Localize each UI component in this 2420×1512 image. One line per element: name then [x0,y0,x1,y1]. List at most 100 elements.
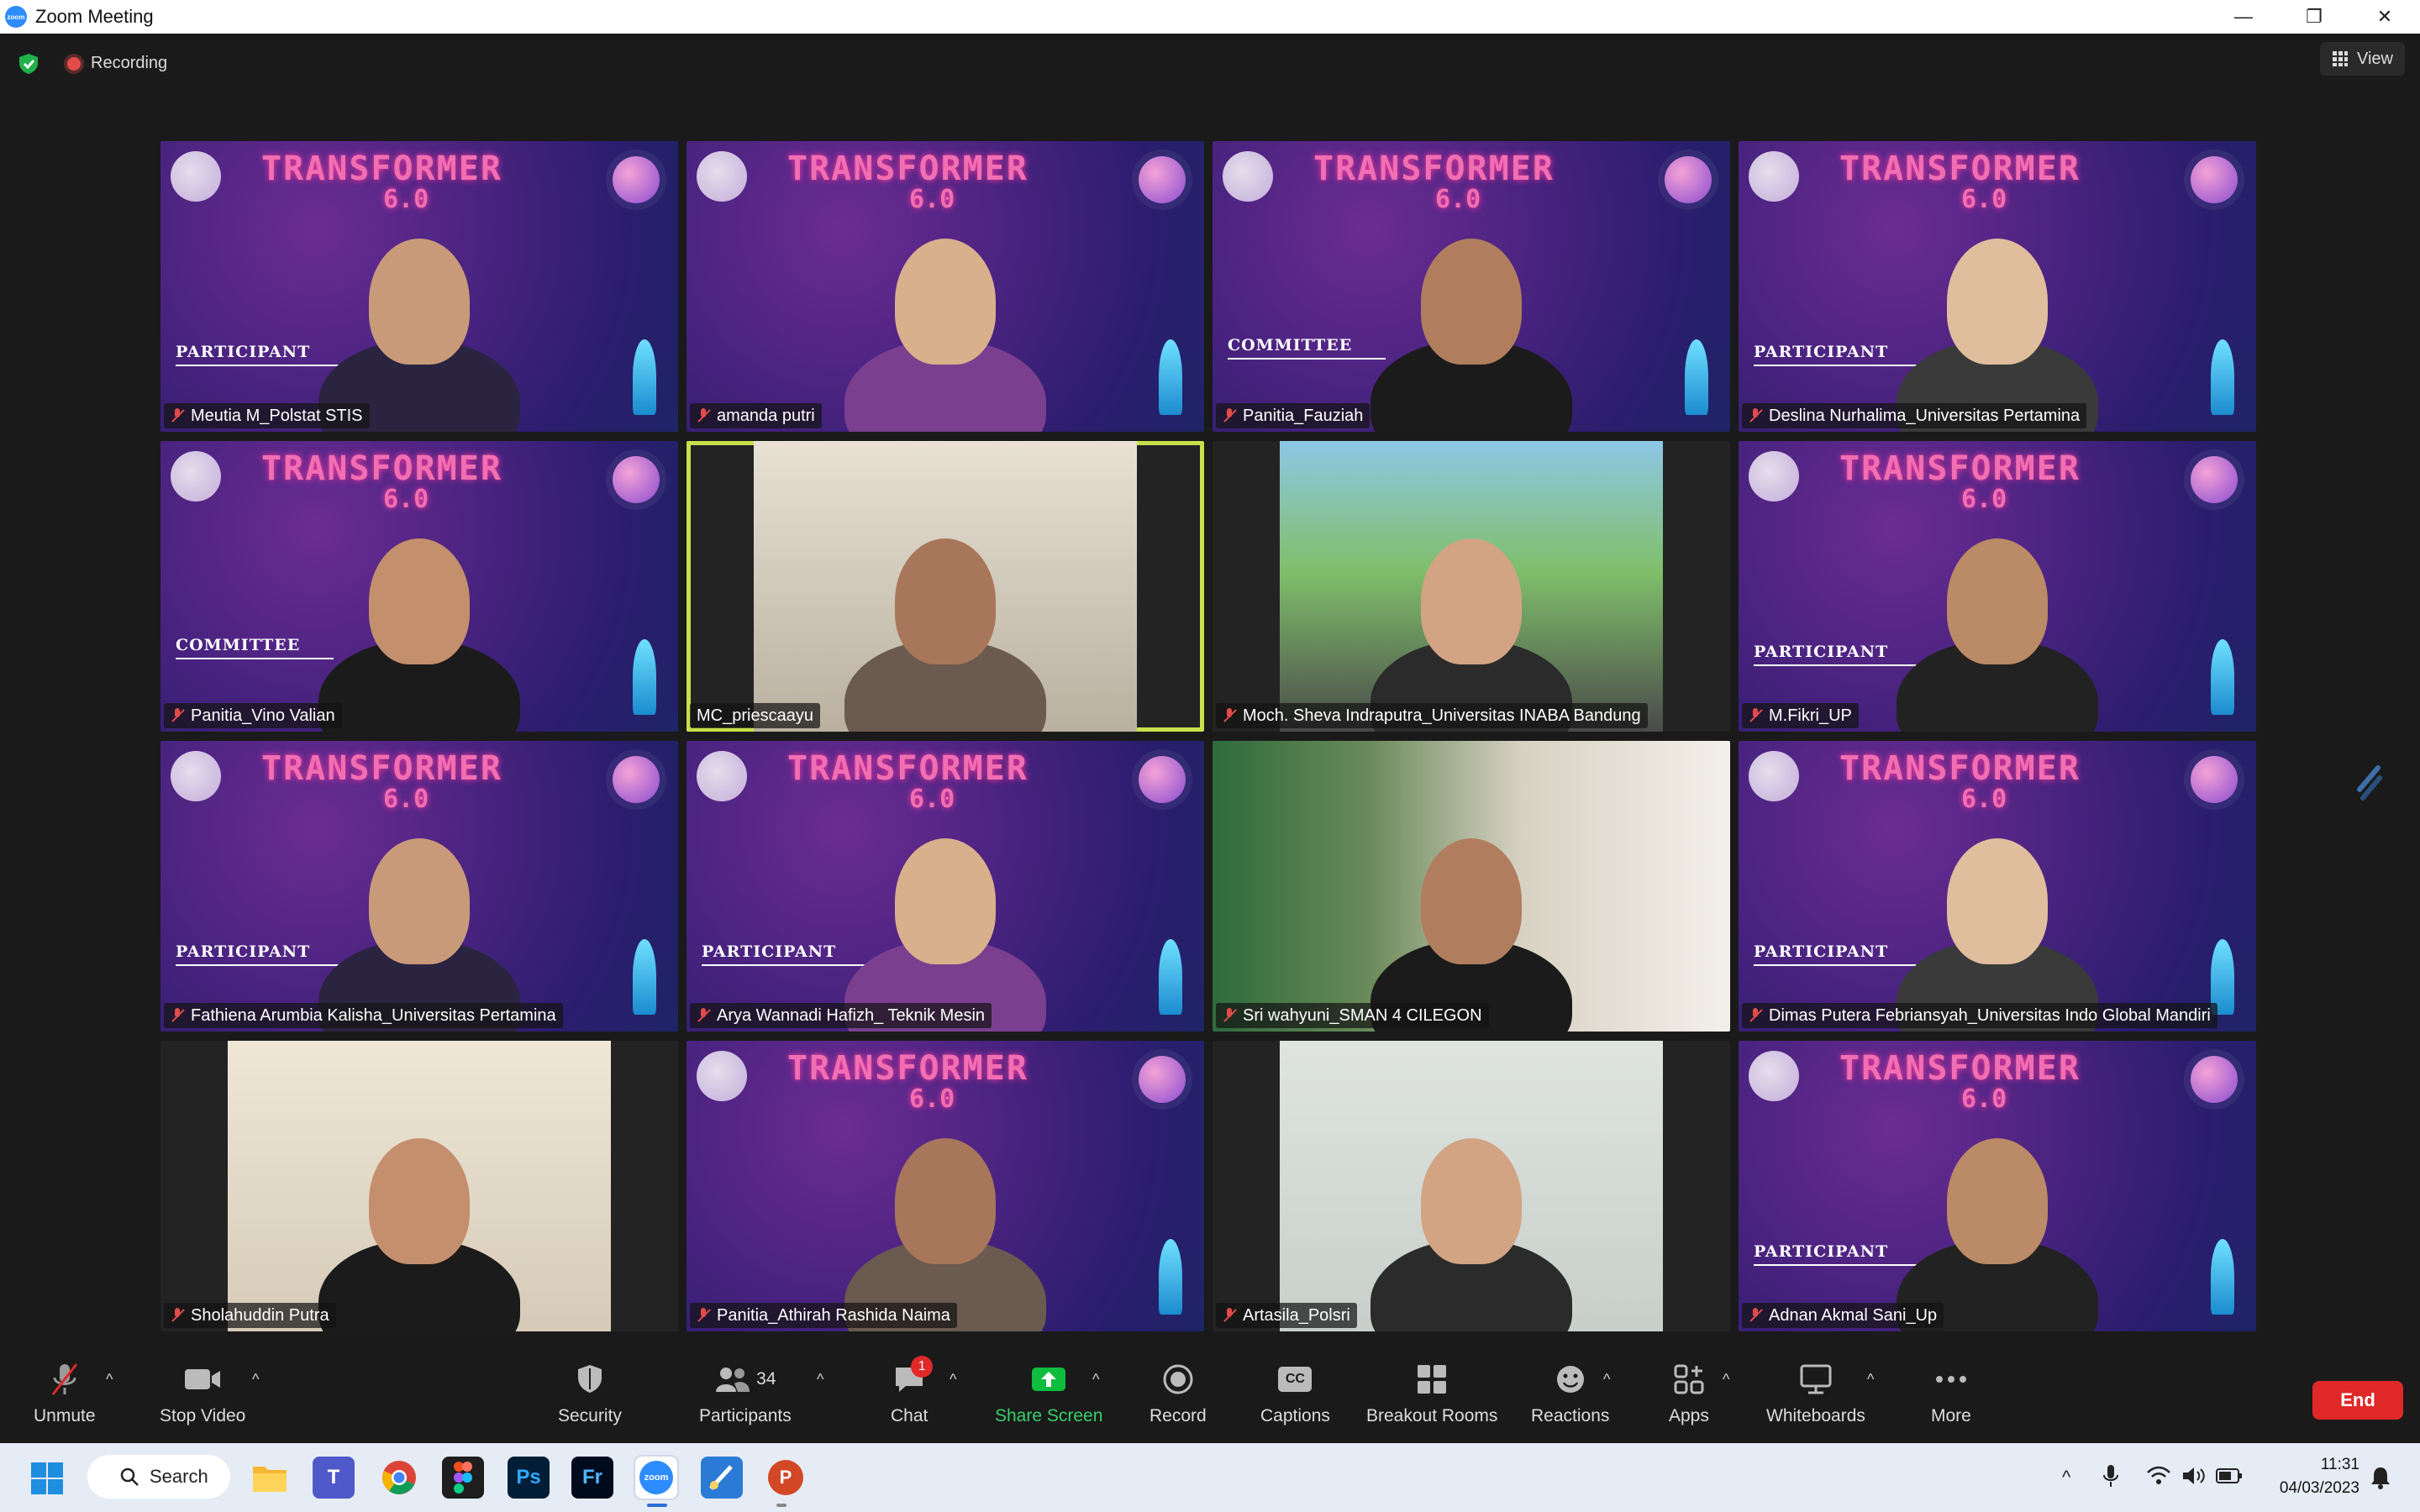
event-banner-version: 6.0 [909,785,955,814]
chat-options-chevron-icon[interactable]: ^ [950,1371,956,1389]
video-tile[interactable]: TRANSFORMER 6.0 amanda putri [687,141,1204,432]
video-options-chevron-icon[interactable]: ^ [252,1371,259,1389]
planet-decoration-icon [613,456,660,503]
show-hidden-icons-chevron-icon[interactable]: ^ [2062,1467,2070,1488]
end-label: End [2340,1389,2375,1410]
restore-button[interactable]: ❐ [2279,0,2349,34]
stop-video-label: Stop Video [160,1406,246,1425]
windows-start-icon[interactable] [30,1462,64,1495]
event-banner-version: 6.0 [1961,1084,2007,1114]
meeting-area: Recording View TRANSFORMER 6.0 PARTICIPANT… [0,34,2420,1352]
minimize-icon: — [2234,6,2253,27]
close-button[interactable]: ✕ [2349,0,2420,34]
microphone-tray-icon[interactable] [2102,1463,2119,1488]
photoshop-icon[interactable]: Ps [508,1457,550,1499]
recording-indicator[interactable]: Recording [67,54,167,73]
chrome-icon[interactable] [378,1457,420,1499]
taskbar-clock[interactable]: 11:31 04/03/2023 [2280,1453,2360,1500]
audio-options-chevron-icon[interactable]: ^ [106,1371,113,1389]
video-tile[interactable]: MC_priescaayu [687,441,1204,732]
participant-name-bar: Panitia_Athirah Rashida Naima [690,1303,957,1328]
view-button[interactable]: View [2320,42,2405,76]
video-tile[interactable]: Artasila_Polsri [1213,1041,1730,1331]
muted-microphone-icon [48,1361,82,1398]
participant-face [1421,1138,1522,1264]
record-button[interactable]: Record [1150,1361,1207,1426]
captions-button[interactable]: CC Captions [1260,1361,1330,1426]
breakout-rooms-button[interactable]: Breakout Rooms [1366,1361,1497,1426]
apps-options-chevron-icon[interactable]: ^ [1723,1371,1729,1389]
video-tile[interactable]: TRANSFORMER 6.0 COMMITTEE Panitia_Fauziah [1213,141,1730,432]
fresco-icon[interactable]: Fr [571,1457,613,1499]
security-button[interactable]: Security [558,1361,622,1426]
video-tile[interactable]: TRANSFORMER 6.0 PARTICIPANT M.Fikri_UP [1739,441,2256,732]
unmute-button[interactable]: Unmute [34,1361,96,1426]
powerpoint-icon[interactable]: P [765,1457,807,1499]
battery-icon[interactable] [2215,1467,2244,1485]
participant-face [1947,838,2048,964]
figma-icon[interactable] [442,1457,484,1499]
reactions-button[interactable]: Reactions [1531,1361,1609,1426]
participants-options-chevron-icon[interactable]: ^ [817,1371,823,1389]
video-tile[interactable]: TRANSFORMER 6.0 PARTICIPANT Dimas Putera Fe… [1739,741,2256,1032]
more-button[interactable]: More [1931,1361,1971,1426]
participant-face [895,239,996,365]
rocket-decoration-icon [1159,1239,1182,1315]
minimize-button[interactable]: — [2208,0,2279,34]
participant-face [369,239,470,365]
muted-mic-icon [1749,408,1762,423]
moon-decoration-icon [171,151,221,202]
role-label: PARTICIPANT [1754,942,1923,966]
reactions-options-chevron-icon[interactable]: ^ [1603,1371,1610,1389]
participant-name-bar: amanda putri [690,403,822,428]
rocket-decoration-icon [1685,339,1708,415]
wifi-icon[interactable] [2146,1465,2171,1487]
volume-icon[interactable] [2181,1465,2207,1487]
zoom-taskbar-icon[interactable]: zoom [635,1457,677,1499]
video-tile[interactable]: Sri wahyuni_SMAN 4 CILEGON [1213,741,1730,1032]
participants-button[interactable]: 34 Participants [699,1361,792,1426]
video-tile[interactable]: TRANSFORMER 6.0 PARTICIPANT Adnan Akmal San… [1739,1041,2256,1331]
security-shield-icon [576,1361,604,1398]
paint-icon[interactable] [701,1457,743,1499]
view-label: View [2357,49,2393,68]
muted-mic-icon [1749,1308,1762,1323]
participant-name-bar: M.Fikri_UP [1742,703,1859,728]
share-options-chevron-icon[interactable]: ^ [1092,1371,1099,1389]
encryption-shield-icon[interactable] [17,52,40,76]
moon-decoration-icon [1749,751,1799,801]
rocket-decoration-icon [633,339,656,415]
teams-icon[interactable]: T [313,1457,355,1499]
moon-decoration-icon [171,451,221,501]
muted-mic-icon [1223,1308,1236,1323]
whiteboards-button[interactable]: Whiteboards [1766,1361,1865,1426]
planet-decoration-icon [1665,156,1712,203]
participant-name: Moch. Sheva Indraputra_Universitas INABA… [1243,706,1641,725]
video-tile[interactable]: TRANSFORMER 6.0 PARTICIPANT Deslina Nurhali… [1739,141,2256,432]
video-tile[interactable]: Moch. Sheva Indraputra_Universitas INABA… [1213,441,1730,732]
video-tile[interactable]: Sholahuddin Putra [160,1041,678,1331]
file-explorer-icon[interactable] [249,1457,291,1499]
video-tile[interactable]: TRANSFORMER 6.0 PARTICIPANT Arya Wannadi Ha… [687,741,1204,1032]
record-icon [1161,1361,1195,1398]
apps-button[interactable]: Apps [1669,1361,1709,1426]
participant-name: MC_priescaayu [697,706,813,725]
video-tile[interactable]: TRANSFORMER 6.0 COMMITTEE Panitia_Vino Vali… [160,441,678,732]
notification-bell-icon[interactable] [2368,1465,2393,1490]
taskbar-search[interactable]: Search [87,1455,230,1499]
video-tile[interactable]: TRANSFORMER 6.0 Panitia_Athirah Rashida Na… [687,1041,1204,1331]
whiteboards-options-chevron-icon[interactable]: ^ [1867,1371,1874,1389]
end-meeting-button[interactable]: End [2312,1381,2403,1420]
video-tile[interactable]: TRANSFORMER 6.0 PARTICIPANT Fathiena Arumbi… [160,741,678,1032]
rocket-decoration-icon [2211,1239,2234,1315]
planet-decoration-icon [1139,1056,1186,1103]
role-label: COMMITTEE [1228,336,1386,360]
video-tile[interactable]: TRANSFORMER 6.0 PARTICIPANT Meutia M_Polsta… [160,141,678,432]
side-panel-handle-icon[interactable] [2353,756,2386,806]
stop-video-button[interactable]: Stop Video [160,1361,245,1426]
meeting-controls-toolbar: Unmute ^ Stop Video ^ Security 34 Partic… [0,1352,2420,1443]
share-screen-button[interactable]: Share Screen [995,1361,1102,1426]
participants-icon: 34 [714,1361,776,1398]
participant-name: Adnan Akmal Sani_Up [1769,1305,1938,1325]
chat-button[interactable]: 1 Chat [891,1356,934,1426]
